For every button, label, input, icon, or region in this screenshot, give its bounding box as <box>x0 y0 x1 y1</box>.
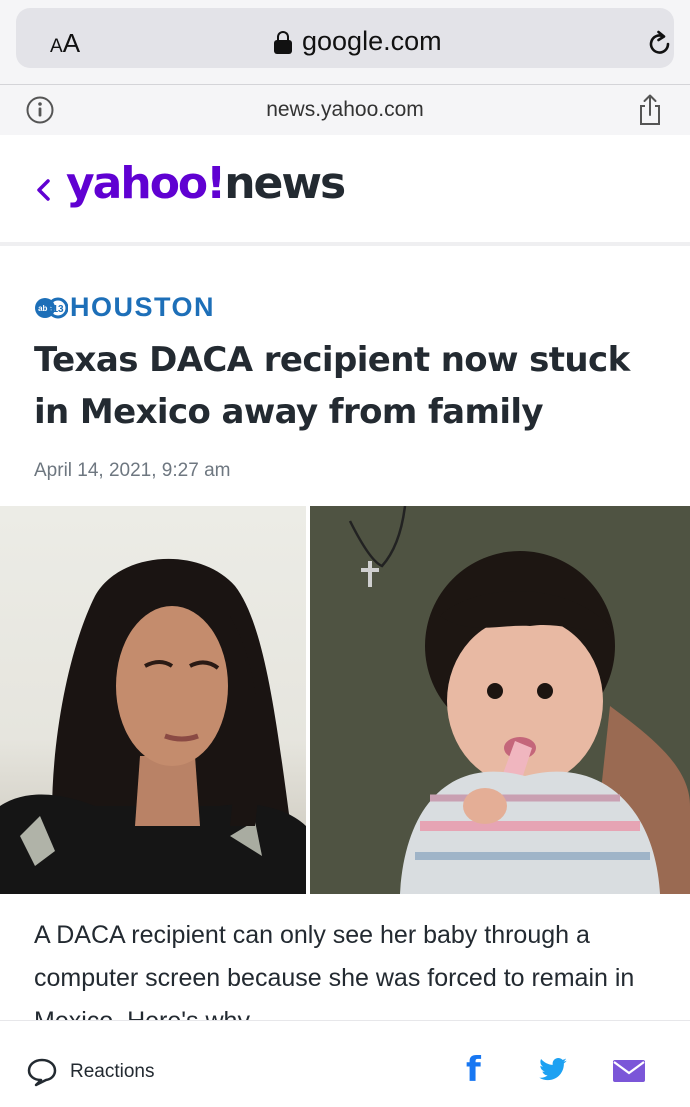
publish-date: April 14, 2021, 9:27 am <box>34 460 231 481</box>
logo-section: news <box>224 158 346 209</box>
site-host: news.yahoo.com <box>266 98 424 121</box>
mail-icon[interactable] <box>612 1059 646 1083</box>
logo-brand: yahoo! <box>66 158 226 209</box>
lock-icon <box>274 30 292 54</box>
svg-text:13: 13 <box>52 304 64 315</box>
chevron-left-icon[interactable] <box>34 176 54 204</box>
source-name: HOUSTON <box>70 292 216 322</box>
article-image-left <box>0 506 306 894</box>
site-info-bar: news.yahoo.com <box>0 85 690 135</box>
reload-icon[interactable] <box>644 28 676 60</box>
article-headline: Texas DACA recipient now stuck in Mexico… <box>34 340 630 432</box>
address-text: google.com <box>302 26 442 56</box>
share-icon[interactable] <box>636 93 664 127</box>
yahoo-news-logo[interactable]: yahoo!news <box>66 158 346 209</box>
reactions-button[interactable]: Reactions <box>26 1057 155 1087</box>
text-size-button[interactable]: AA <box>50 28 80 59</box>
facebook-icon[interactable]: f <box>466 1053 481 1087</box>
address-display[interactable]: google.com <box>274 26 442 57</box>
reactions-label: Reactions <box>70 1061 155 1082</box>
source-logo[interactable]: abc 13 HOUSTON <box>34 292 215 323</box>
site-header: yahoo!news <box>0 136 690 242</box>
twitter-icon[interactable] <box>536 1055 570 1085</box>
bottom-share-bar: Reactions f <box>0 1020 690 1107</box>
browser-toolbar: AA google.com <box>0 0 690 84</box>
article-image-right <box>310 506 690 894</box>
address-bar[interactable]: AA google.com <box>16 8 674 68</box>
header-divider <box>0 242 690 246</box>
speech-bubble-icon <box>27 1058 57 1087</box>
abc13-logo-icon: abc 13 <box>35 297 68 318</box>
